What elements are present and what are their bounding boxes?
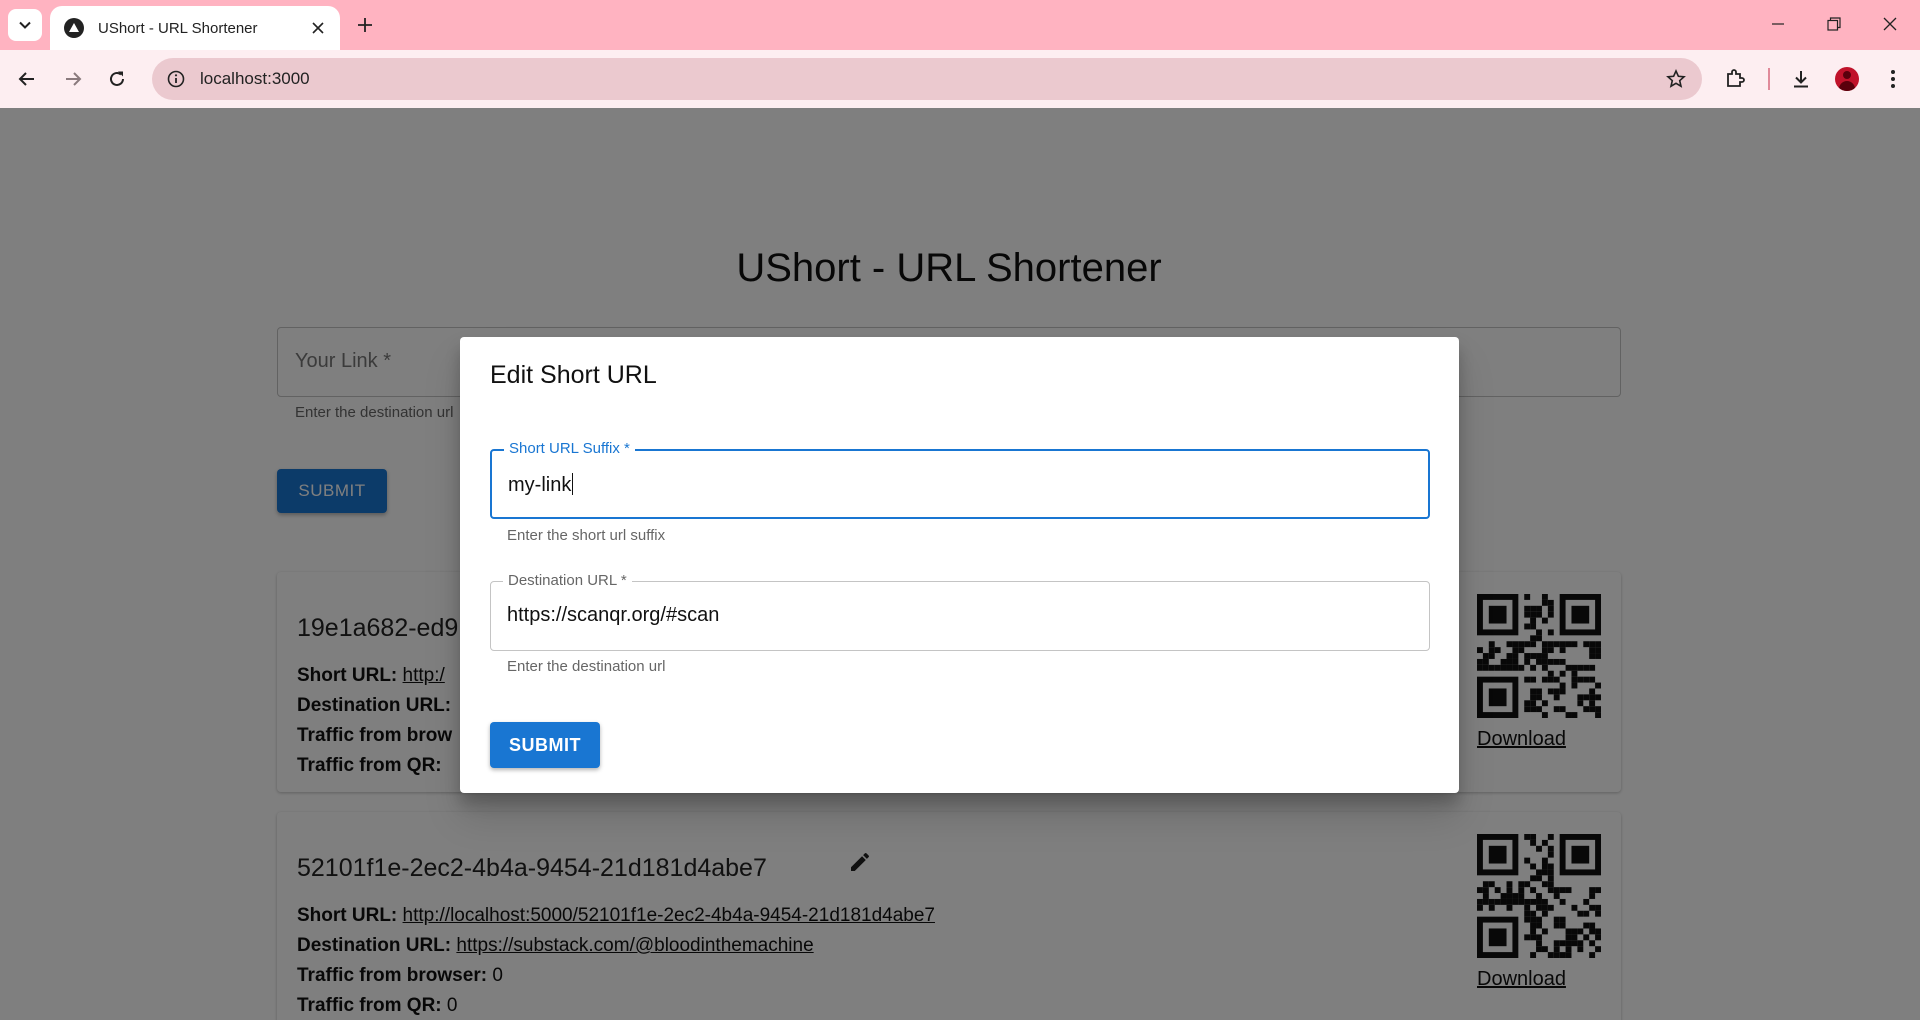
browser-chrome: UShort - URL Shortener localhost:3000 — [0, 0, 1920, 108]
tab-search-button[interactable] — [8, 9, 42, 41]
dialog-submit-button[interactable]: SUBMIT — [490, 722, 600, 768]
favicon-icon — [64, 18, 84, 38]
restore-icon[interactable] — [1807, 6, 1861, 42]
dialog-title: Edit Short URL — [490, 361, 657, 389]
close-window-icon[interactable] — [1863, 6, 1917, 42]
avatar-icon — [1835, 67, 1859, 91]
site-info-icon[interactable] — [164, 67, 188, 91]
toolbar-divider — [1768, 68, 1770, 90]
address-text: localhost:3000 — [200, 69, 310, 88]
tab-close-icon[interactable] — [306, 16, 330, 40]
chevron-down-icon — [19, 21, 31, 29]
download-icon[interactable] — [1784, 62, 1818, 96]
short-url-suffix-input[interactable]: Short URL Suffix * my-link — [490, 440, 1430, 519]
text-caret — [572, 473, 574, 495]
destination-field-label: Destination URL * — [503, 572, 632, 589]
browser-toolbar: localhost:3000 — [0, 50, 1920, 108]
browser-tab[interactable]: UShort - URL Shortener — [50, 6, 340, 50]
new-tab-icon[interactable] — [350, 10, 380, 40]
destination-helper-text: Enter the destination url — [507, 658, 666, 675]
address-bar[interactable]: localhost:3000 — [152, 58, 1702, 100]
menu-kebab-icon[interactable] — [1876, 62, 1910, 96]
tab-bar: UShort - URL Shortener — [0, 0, 1920, 50]
reload-icon[interactable] — [100, 62, 134, 96]
back-arrow-icon[interactable] — [10, 62, 44, 96]
destination-field-value: https://scanqr.org/#scan — [507, 604, 720, 626]
bookmark-star-icon[interactable] — [1662, 65, 1690, 93]
minimize-icon[interactable] — [1751, 6, 1805, 42]
profile-avatar[interactable] — [1830, 62, 1864, 96]
suffix-field-value: my-link — [508, 473, 574, 497]
destination-url-input[interactable]: Destination URL * https://scanqr.org/#sc… — [490, 572, 1430, 651]
suffix-value-text: my-link — [508, 474, 572, 496]
edit-short-url-dialog: Edit Short URL Short URL Suffix * my-lin… — [460, 337, 1459, 793]
extensions-icon[interactable] — [1718, 62, 1752, 96]
tab-title: UShort - URL Shortener — [98, 19, 258, 37]
suffix-helper-text: Enter the short url suffix — [507, 527, 666, 544]
suffix-field-label: Short URL Suffix * — [504, 440, 635, 457]
forward-arrow-icon[interactable] — [56, 62, 90, 96]
